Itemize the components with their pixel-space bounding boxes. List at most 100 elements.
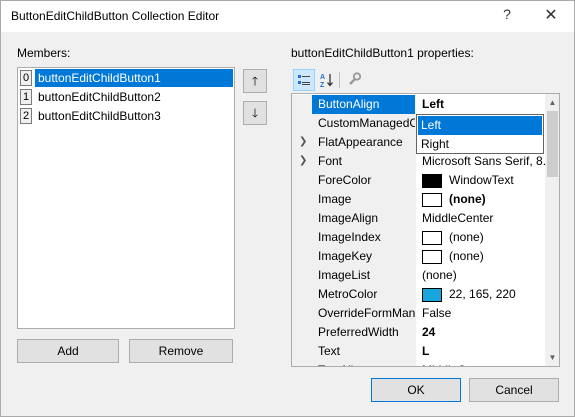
property-value[interactable]: 22, 165, 220: [417, 285, 545, 304]
row-gutter: [292, 323, 312, 342]
property-row[interactable]: ❯ Font Microsoft Sans Serif, 8...: [292, 152, 545, 171]
property-name: Image: [312, 190, 416, 209]
row-gutter: [292, 247, 312, 266]
grid-scrollbar[interactable]: ▲ ▼: [545, 94, 559, 366]
property-row[interactable]: ImageAlign MiddleCenter: [292, 209, 545, 228]
property-name: PreferredWidth: [312, 323, 416, 342]
property-row[interactable]: ImageList (none): [292, 266, 545, 285]
property-value-text: 24: [422, 325, 436, 339]
members-label: Members:: [17, 46, 71, 60]
add-button[interactable]: Add: [17, 339, 119, 363]
arrow-up-icon: 🡑: [251, 74, 259, 88]
row-gutter: [292, 361, 312, 366]
toolbar-separator: [339, 72, 340, 88]
row-gutter: [292, 228, 312, 247]
property-value[interactable]: (none): [417, 228, 545, 247]
property-value[interactable]: (none): [417, 247, 545, 266]
property-name: CustomManagedC: [312, 114, 416, 133]
property-value-text: MiddleCenter: [422, 211, 494, 225]
property-value-text: MiddleCenter: [422, 363, 493, 366]
properties-label: buttonEditChildButton1 properties:: [291, 46, 474, 60]
dropdown-option-right[interactable]: Right: [418, 135, 542, 154]
color-swatch: [422, 174, 442, 188]
move-down-button[interactable]: 🡓: [243, 101, 267, 125]
scroll-down-icon[interactable]: ▼: [545, 349, 559, 366]
row-gutter: [292, 285, 312, 304]
alphabetical-icon[interactable]: A Z: [316, 69, 338, 91]
member-name: buttonEditChildButton3: [38, 109, 161, 123]
dropdown-option-left[interactable]: Left: [418, 116, 542, 135]
property-row[interactable]: Image (none): [292, 190, 545, 209]
property-value[interactable]: 24: [417, 323, 545, 342]
expand-chevron-icon[interactable]: ❯: [299, 133, 307, 151]
property-name: ImageKey: [312, 247, 416, 266]
property-toolbar: A Z: [291, 69, 371, 91]
ok-button[interactable]: OK: [371, 378, 461, 402]
property-value-text: (none): [422, 268, 457, 282]
property-value[interactable]: (none): [417, 190, 545, 209]
expand-chevron-icon[interactable]: ❯: [299, 152, 307, 170]
color-swatch: [422, 231, 442, 245]
property-row[interactable]: ButtonAlignLeft⌵: [292, 95, 545, 114]
property-value[interactable]: False: [417, 304, 545, 323]
collection-editor-window: ButtonEditChildButton Collection Editor …: [0, 0, 575, 417]
members-list[interactable]: 0 buttonEditChildButton1 1 buttonEditChi…: [17, 67, 235, 329]
property-value[interactable]: Microsoft Sans Serif, 8...: [417, 152, 545, 171]
property-name: Font: [312, 152, 416, 171]
row-gutter: [292, 304, 312, 323]
remove-button[interactable]: Remove: [129, 339, 233, 363]
property-row[interactable]: ImageKey (none): [292, 247, 545, 266]
scroll-thumb[interactable]: [547, 111, 558, 177]
row-gutter: [292, 171, 312, 190]
property-value-text: (none): [449, 249, 484, 263]
property-name: Text: [312, 342, 416, 361]
property-name: MetroColor: [312, 285, 416, 304]
property-value[interactable]: MiddleCenter: [417, 361, 545, 366]
property-row[interactable]: PreferredWidth 24: [292, 323, 545, 342]
scroll-up-icon[interactable]: ▲: [545, 94, 559, 111]
property-value[interactable]: (none): [417, 266, 545, 285]
property-value-text: (none): [449, 230, 484, 244]
svg-text:Z: Z: [320, 82, 325, 88]
member-item-1[interactable]: 1 buttonEditChildButton2: [19, 88, 233, 106]
property-name: ImageAlign: [312, 209, 416, 228]
property-row[interactable]: OverrideFormMana False: [292, 304, 545, 323]
property-row[interactable]: Text L: [292, 342, 545, 361]
property-value-text: False: [422, 306, 452, 320]
property-value-text: Left: [422, 97, 444, 111]
member-index: 2: [20, 108, 32, 124]
property-value[interactable]: L: [417, 342, 545, 361]
property-row[interactable]: ImageIndex (none): [292, 228, 545, 247]
property-value[interactable]: WindowText: [417, 171, 545, 190]
categorized-icon[interactable]: [293, 69, 315, 91]
member-item-0[interactable]: 0 buttonEditChildButton1: [19, 69, 233, 87]
move-up-button[interactable]: 🡑: [243, 69, 267, 93]
title-bar: ButtonEditChildButton Collection Editor …: [1, 1, 574, 32]
property-row[interactable]: TextAlign MiddleCenter: [292, 361, 545, 366]
property-value[interactable]: MiddleCenter: [417, 209, 545, 228]
property-name: OverrideFormMana: [312, 304, 416, 323]
help-icon[interactable]: ?: [496, 6, 518, 26]
property-value-text: WindowText: [449, 173, 514, 187]
property-name: ImageList: [312, 266, 416, 285]
arrow-down-icon: 🡓: [251, 106, 259, 120]
member-name: buttonEditChildButton2: [38, 90, 161, 104]
color-swatch: [422, 250, 442, 264]
property-value[interactable]: Left⌵: [417, 95, 545, 114]
row-gutter: [292, 114, 312, 133]
svg-text:A: A: [320, 74, 325, 81]
member-index: 0: [20, 70, 32, 86]
wrench-icon[interactable]: [343, 69, 365, 91]
property-name: TextAlign: [312, 361, 416, 366]
property-row[interactable]: MetroColor 22, 165, 220: [292, 285, 545, 304]
close-icon[interactable]: ✕: [539, 5, 563, 27]
member-name: buttonEditChildButton1: [35, 69, 233, 87]
cancel-button[interactable]: Cancel: [469, 378, 559, 402]
property-row[interactable]: ForeColor WindowText: [292, 171, 545, 190]
row-gutter: [292, 266, 312, 285]
property-name: ButtonAlign: [312, 95, 416, 114]
row-gutter: [292, 209, 312, 228]
property-name: ImageIndex: [312, 228, 416, 247]
member-item-2[interactable]: 2 buttonEditChildButton3: [19, 107, 233, 125]
button-align-dropdown[interactable]: Left Right: [416, 114, 544, 154]
